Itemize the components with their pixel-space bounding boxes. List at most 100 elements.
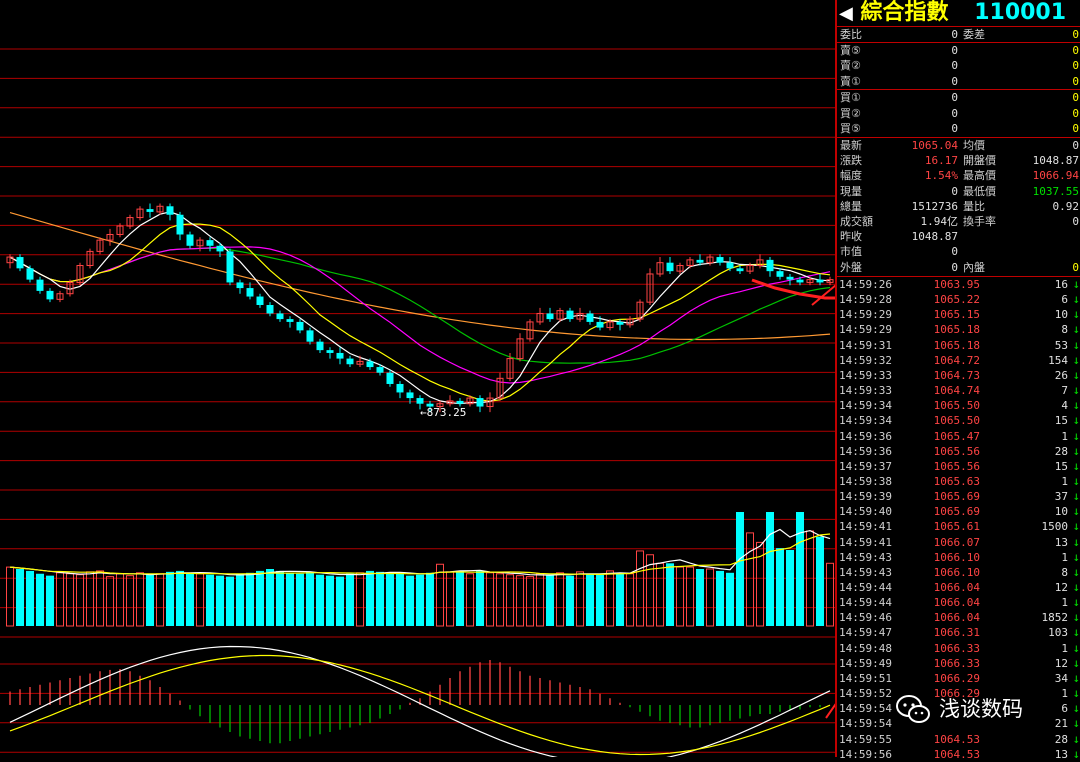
quote-value: 1048.87 (911, 230, 958, 244)
quote-value: 1.94亿 (920, 215, 959, 228)
order-ratio-row: 委比 0 委差 0 (840, 28, 1079, 41)
volume-bar (586, 573, 594, 626)
volume-bar (636, 550, 644, 627)
volume-bar (366, 570, 374, 626)
volume-bar (186, 572, 194, 626)
tick-volume: 1 (1061, 429, 1068, 443)
volume-bar (66, 573, 74, 627)
quote-row: 外盤 0 內盤 0 (837, 260, 1080, 275)
tick-time: 14:59:26 (839, 278, 892, 291)
tick-row: 14:59:55 1064.53 28 ↓ (837, 732, 1080, 747)
tick-row: 14:59:40 1065.69 10 ↓ (837, 504, 1080, 519)
sell-level-row: 賣① 0 0 (837, 74, 1080, 89)
sell-level-volume: 0 (1072, 59, 1079, 73)
candle-body (616, 321, 624, 325)
volume-bar (476, 570, 484, 626)
volume-bar (786, 550, 794, 626)
candle-body (816, 279, 824, 283)
index-code: 110001 (974, 0, 1067, 25)
index-name: 綜合指數 (860, 0, 949, 25)
tick-time: 14:59:34 (839, 414, 892, 428)
tick-price: 1066.31 (933, 626, 980, 640)
volume-bar (826, 562, 834, 627)
tick-row: 14:59:46 1066.04 1852 ↓ (837, 610, 1080, 625)
candle-body (376, 367, 384, 373)
tick-volume: 1852 (1041, 611, 1069, 625)
tick-volume: 103 (1048, 626, 1068, 640)
buy-level-label: 買① (840, 91, 861, 104)
candle-body (366, 361, 374, 368)
volume-bar (166, 571, 174, 626)
tick-row: 14:59:28 1065.22 6 ↓ (837, 292, 1080, 307)
quote-label: 最高價 (963, 169, 996, 183)
volume-bar (406, 575, 414, 626)
buy-level-row: 買① 0 0 (837, 90, 1080, 105)
volume-bar (446, 571, 454, 627)
volume-bar (216, 575, 224, 626)
quote-row: 現量 0 最低價 1037.55 (837, 184, 1080, 199)
tick-price: 1065.15 (933, 308, 980, 322)
volume-bar (56, 572, 64, 627)
quote-label: 幅度 (840, 169, 862, 183)
tick-price: 1066.04 (933, 611, 980, 625)
tick-price: 1066.10 (933, 565, 980, 579)
tick-volume: 10 (1054, 505, 1068, 519)
quote-label: 漲跌 (840, 154, 862, 168)
down-arrow-icon: ↓ (1072, 655, 1080, 670)
tick-row: 14:59:44 1066.04 12 ↓ (837, 580, 1080, 595)
quote-value: 0 (951, 184, 958, 198)
candle-body (276, 313, 284, 320)
ma10-line (9, 223, 831, 402)
down-arrow-icon: ↓ (1072, 504, 1080, 519)
down-arrow-icon: ↓ (1072, 610, 1080, 625)
down-arrow-icon: ↓ (1072, 458, 1080, 473)
volume-bar (526, 576, 534, 627)
kline-chart-area[interactable]: ←873.25 (0, 0, 857, 762)
quote-label: 外盤 (840, 260, 862, 274)
candle-body (246, 288, 254, 297)
candle-body (316, 341, 324, 351)
tick-row: 14:59:31 1065.18 53 ↓ (837, 338, 1080, 353)
tick-volume: 8 (1061, 323, 1068, 337)
volume-bar (306, 571, 314, 626)
volume-bar (516, 575, 524, 627)
quote-panel: ◀ 綜合指數 110001 委比 0 委差 0 賣⑤ 0 0 賣② 0 0 賣① 0 0 買① 0… (837, 0, 1080, 761)
sell-level-price: 0 (951, 59, 958, 73)
volume-ma5-line (9, 528, 831, 576)
quote-label: 總量 (840, 199, 862, 213)
volume-bar (736, 512, 744, 626)
tick-row: 14:59:33 1064.73 26 ↓ (837, 368, 1080, 383)
volume-bar (576, 571, 584, 627)
quote-value: 1066.94 (1032, 169, 1079, 183)
volume-ma10-line (9, 533, 831, 576)
volume-bar (546, 574, 554, 626)
tick-time: 14:59:33 (839, 368, 892, 382)
candle-body (736, 268, 744, 272)
kline-chart[interactable]: ←873.25 (0, 0, 857, 762)
volume-bar (416, 574, 424, 626)
volume-bar (716, 570, 724, 626)
tick-volume: 1 (1061, 474, 1068, 488)
quote-row: 市值 0 (837, 244, 1080, 259)
down-arrow-icon: ↓ (1072, 383, 1080, 398)
candle-body (166, 206, 174, 215)
quote-value: 0 (1072, 139, 1079, 152)
tick-volume: 37 (1054, 490, 1068, 504)
quote-value: 0 (1072, 260, 1079, 274)
candle-body (776, 271, 784, 277)
candle-body (256, 296, 264, 305)
volume-bar (106, 576, 114, 627)
tick-time: 14:59:52 (839, 687, 892, 701)
candle-body (146, 209, 154, 212)
tick-volume: 28 (1054, 444, 1068, 458)
tick-price: 1065.56 (933, 444, 980, 458)
volume-bar (506, 574, 514, 627)
quote-label: 市值 (840, 245, 862, 259)
candle-body (296, 321, 304, 331)
prev-arrow-icon[interactable]: ◀ (837, 3, 853, 24)
volume-bar (496, 573, 504, 627)
quote-row: 總量 1512736 量比 0.92 (837, 199, 1080, 214)
volume-bar (696, 569, 704, 626)
tick-price: 1066.29 (933, 671, 980, 685)
candle-body (546, 313, 554, 320)
